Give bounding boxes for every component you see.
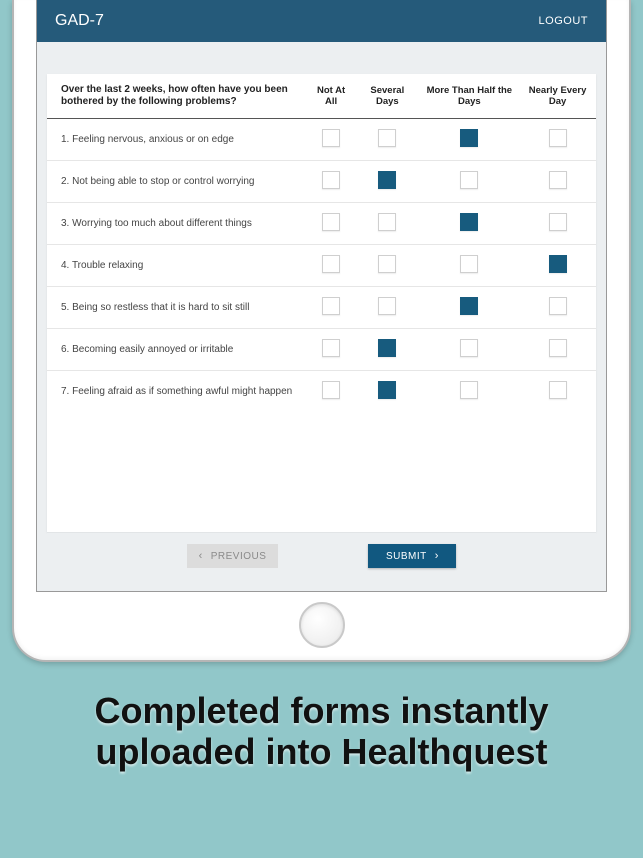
table-row: 5. Being so restless that it is hard to … xyxy=(47,287,596,329)
table-row: 3. Worrying too much about different thi… xyxy=(47,203,596,245)
column-header: More Than Half the Days xyxy=(420,74,520,119)
table-row: 7. Feeling afraid as if something awful … xyxy=(47,371,596,413)
question-text: 3. Worrying too much about different thi… xyxy=(47,203,307,245)
checkbox[interactable] xyxy=(460,129,478,147)
promo-caption: Completed forms instantly uploaded into … xyxy=(0,690,643,773)
checkbox[interactable] xyxy=(322,171,340,189)
answer-cell xyxy=(420,245,520,287)
home-button[interactable] xyxy=(299,602,345,648)
answer-cell xyxy=(420,119,520,161)
previous-button[interactable]: ‹ PREVIOUS xyxy=(187,544,279,568)
checkbox[interactable] xyxy=(378,129,396,147)
answer-cell xyxy=(519,245,596,287)
checkbox[interactable] xyxy=(460,255,478,273)
checkbox[interactable] xyxy=(549,255,567,273)
answer-cell xyxy=(307,161,355,203)
question-text: 4. Trouble relaxing xyxy=(47,245,307,287)
answer-cell xyxy=(519,329,596,371)
previous-label: PREVIOUS xyxy=(211,551,267,562)
answer-cell xyxy=(307,287,355,329)
answer-cell xyxy=(307,245,355,287)
whitespace xyxy=(47,412,596,532)
table-row: 2. Not being able to stop or control wor… xyxy=(47,161,596,203)
questionnaire-table: Over the last 2 weeks, how often have yo… xyxy=(47,74,596,412)
answer-cell xyxy=(355,119,419,161)
answer-cell xyxy=(355,203,419,245)
column-header: Nearly Every Day xyxy=(519,74,596,119)
answer-cell xyxy=(519,161,596,203)
checkbox[interactable] xyxy=(378,297,396,315)
checkbox[interactable] xyxy=(378,255,396,273)
checkbox[interactable] xyxy=(460,339,478,357)
answer-cell xyxy=(420,287,520,329)
table-row: 6. Becoming easily annoyed or irritable xyxy=(47,329,596,371)
checkbox[interactable] xyxy=(322,213,340,231)
answer-cell xyxy=(307,329,355,371)
answer-cell xyxy=(307,119,355,161)
answer-cell xyxy=(519,371,596,413)
footer-bar: ‹ PREVIOUS SUBMIT › xyxy=(47,532,596,580)
answer-cell xyxy=(355,161,419,203)
checkbox[interactable] xyxy=(322,297,340,315)
checkbox[interactable] xyxy=(460,297,478,315)
app-header: GAD-7 LOGOUT xyxy=(37,0,606,42)
checkbox[interactable] xyxy=(322,255,340,273)
answer-cell xyxy=(355,329,419,371)
column-header: Several Days xyxy=(355,74,419,119)
answer-cell xyxy=(519,287,596,329)
checkbox[interactable] xyxy=(549,297,567,315)
answer-cell xyxy=(420,161,520,203)
chevron-left-icon: ‹ xyxy=(199,551,203,562)
checkbox[interactable] xyxy=(378,339,396,357)
answer-cell xyxy=(420,329,520,371)
checkbox[interactable] xyxy=(460,171,478,189)
checkbox[interactable] xyxy=(322,129,340,147)
checkbox[interactable] xyxy=(322,381,340,399)
answer-cell xyxy=(355,245,419,287)
checkbox[interactable] xyxy=(549,129,567,147)
table-row: 1. Feeling nervous, anxious or on edge xyxy=(47,119,596,161)
checkbox[interactable] xyxy=(378,213,396,231)
checkbox[interactable] xyxy=(460,381,478,399)
question-text: 2. Not being able to stop or control wor… xyxy=(47,161,307,203)
answer-cell xyxy=(420,203,520,245)
checkbox[interactable] xyxy=(460,213,478,231)
checkbox[interactable] xyxy=(549,213,567,231)
tablet-frame: GAD-7 LOGOUT Over the last 2 weeks, how … xyxy=(12,0,631,662)
checkbox[interactable] xyxy=(322,339,340,357)
submit-label: SUBMIT xyxy=(386,551,427,562)
checkbox[interactable] xyxy=(378,171,396,189)
checkbox[interactable] xyxy=(549,381,567,399)
checkbox[interactable] xyxy=(549,339,567,357)
answer-cell xyxy=(307,203,355,245)
answer-cell xyxy=(420,371,520,413)
question-text: 1. Feeling nervous, anxious or on edge xyxy=(47,119,307,161)
prompt-header: Over the last 2 weeks, how often have yo… xyxy=(47,74,307,119)
answer-cell xyxy=(307,371,355,413)
table-row: 4. Trouble relaxing xyxy=(47,245,596,287)
checkbox[interactable] xyxy=(549,171,567,189)
app-screen: GAD-7 LOGOUT Over the last 2 weeks, how … xyxy=(36,0,607,592)
answer-cell xyxy=(355,287,419,329)
answer-cell xyxy=(519,203,596,245)
question-text: 7. Feeling afraid as if something awful … xyxy=(47,371,307,413)
column-header: Not At All xyxy=(307,74,355,119)
question-text: 6. Becoming easily annoyed or irritable xyxy=(47,329,307,371)
questionnaire-card: Over the last 2 weeks, how often have yo… xyxy=(47,74,596,532)
answer-cell xyxy=(519,119,596,161)
logout-button[interactable]: LOGOUT xyxy=(539,15,588,27)
question-text: 5. Being so restless that it is hard to … xyxy=(47,287,307,329)
submit-button[interactable]: SUBMIT › xyxy=(368,544,456,568)
chevron-right-icon: › xyxy=(435,551,439,562)
page-title: GAD-7 xyxy=(55,12,104,30)
checkbox[interactable] xyxy=(378,381,396,399)
answer-cell xyxy=(355,371,419,413)
